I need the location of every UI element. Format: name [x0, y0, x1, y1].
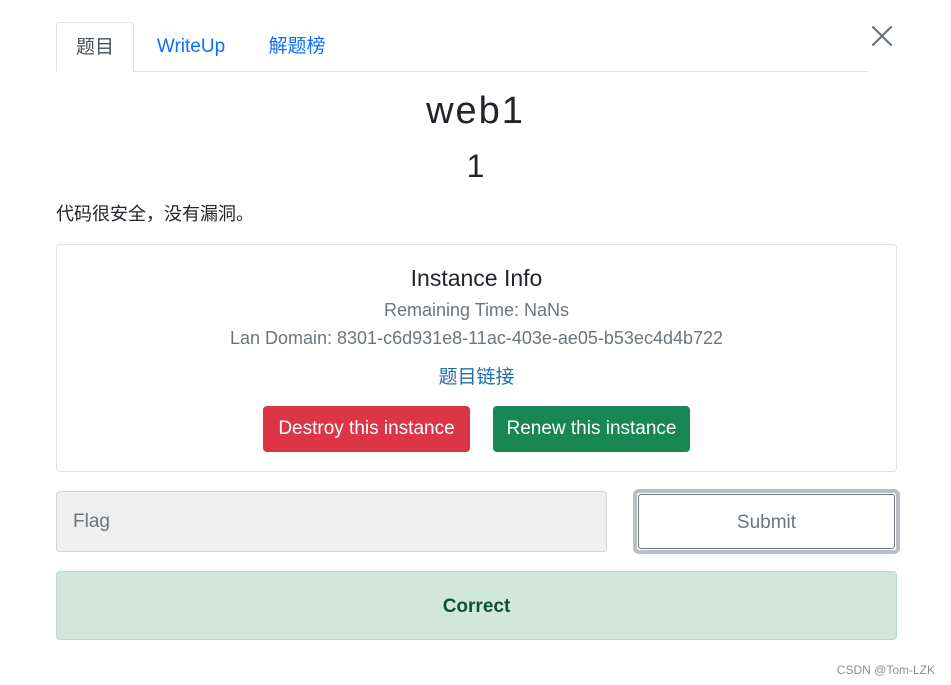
challenge-link[interactable]: 题目链接	[57, 362, 896, 389]
renew-instance-button[interactable]: Renew this instance	[493, 406, 690, 452]
tab-bar: 题目 WriteUp 解题榜	[56, 22, 868, 72]
destroy-instance-button[interactable]: Destroy this instance	[263, 406, 470, 452]
close-button[interactable]	[868, 22, 896, 50]
flag-input[interactable]	[56, 491, 607, 552]
close-icon	[871, 25, 893, 47]
lan-domain: Lan Domain: 8301-c6d931e8-11ac-403e-ae05…	[229, 328, 724, 348]
result-alert: Correct	[56, 571, 897, 640]
challenge-points: 1	[466, 148, 485, 184]
watermark: CSDN @Tom-LZK	[836, 663, 935, 677]
challenge-modal: 题目 WriteUp 解题榜 web1 1 代码很安全，没有漏洞。 Instan…	[0, 0, 951, 685]
instance-info-card: Instance Info Remaining Time: NaNs Lan D…	[56, 244, 897, 472]
tab-solves[interactable]: 解题榜	[254, 22, 340, 72]
submit-button[interactable]: Submit	[633, 489, 900, 554]
submit-label: Submit	[638, 494, 895, 549]
tab-challenge[interactable]: 题目	[56, 22, 134, 72]
challenge-description: 代码很安全，没有漏洞。	[56, 204, 254, 224]
remaining-time: Remaining Time: NaNs	[383, 300, 570, 320]
tab-writeup[interactable]: WriteUp	[144, 22, 238, 72]
challenge-name: web1	[426, 90, 525, 132]
instance-info-title: Instance Info	[410, 265, 543, 291]
